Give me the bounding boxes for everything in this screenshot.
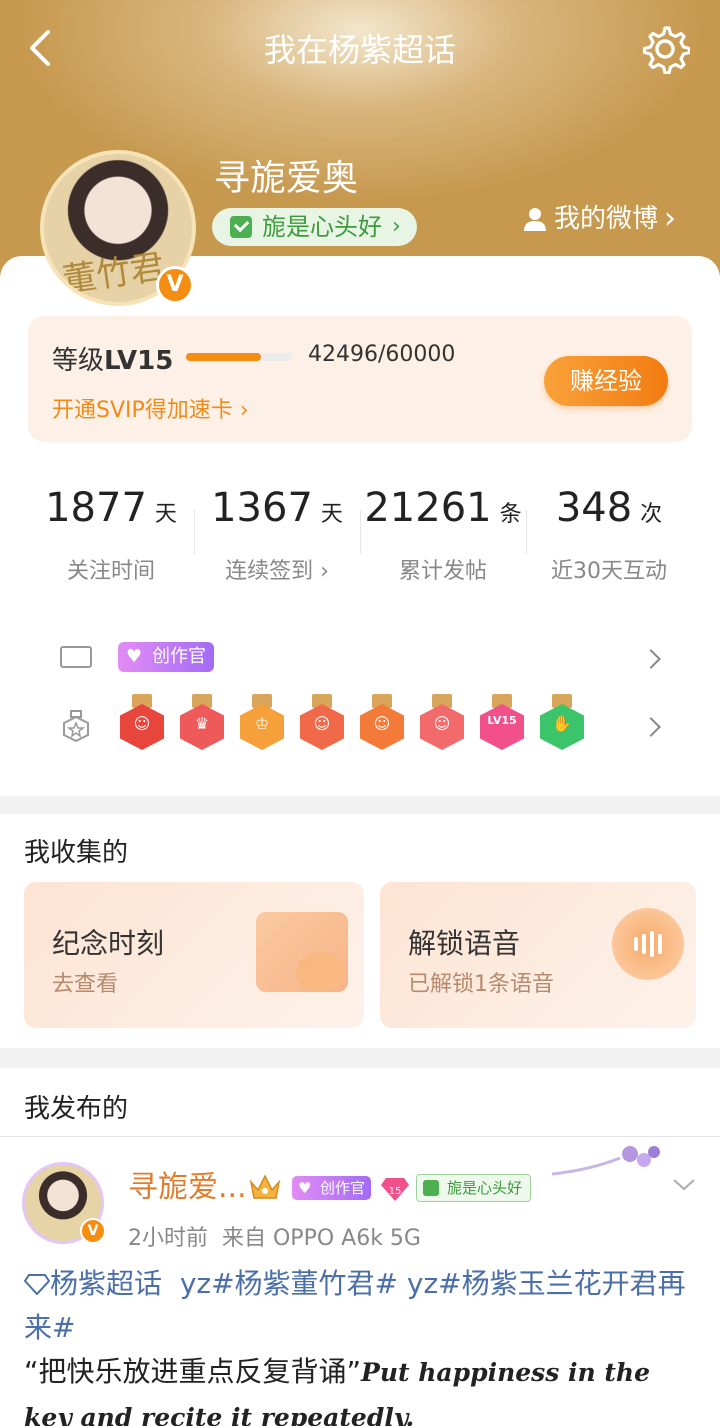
chevron-right-icon[interactable] [641, 649, 661, 669]
page-title: 我在杨紫超话 [263, 31, 456, 69]
stats-row: 1877 天 关注时间 1367 天 连续签到 › 21261 条 累计发帖 348 次… [28, 462, 692, 598]
cat-medal: ☺ [118, 694, 166, 752]
earn-exp-button[interactable]: 赚经验 [544, 356, 668, 406]
topic-label: 杨紫超话 [50, 1267, 163, 1300]
avatar-caption: 董竹君 [60, 247, 167, 301]
level-diamond-number: 15 [389, 1186, 402, 1197]
hand-medal: ✋ [538, 694, 586, 752]
fan-badge: 旎是心头好 [416, 1174, 532, 1202]
chevron-down-icon[interactable] [672, 1172, 696, 1196]
level-prefix: 等级 [52, 346, 105, 376]
creator-badge: 创作官 [292, 1176, 372, 1200]
level-card: 等级LV15 42496/60000 开通SVIP得加速卡 › 赚经验 [28, 316, 692, 442]
stat-checkin-days[interactable]: 1367 天 连续签到 › [194, 462, 360, 598]
level-progress-fill [186, 353, 262, 361]
quote-cn: “把快乐放进重点反复背诵” [24, 1355, 362, 1388]
my-weibo-link[interactable]: 我的微博 › [522, 200, 676, 238]
checkbox-icon [230, 216, 252, 238]
level-diamond-icon: 15 [381, 1178, 409, 1201]
tile-title: 解锁语音 [408, 927, 521, 960]
calendar-heart-icon [256, 912, 348, 992]
svip-link[interactable]: 开通SVIP得加速卡 › [52, 392, 249, 424]
my-weibo-label: 我的微博 [554, 204, 659, 234]
post-source: 来自 OPPO A6k 5G [222, 1226, 421, 1251]
medal-list[interactable]: ☺ ♛ ♔ ☺ ☺ ☺ LV15 ✋ [118, 694, 608, 756]
post-body: 杨紫超话 yz#杨紫董竹君# yz#杨紫玉兰花开君再来# “把快乐放进重点反复背… [23, 1262, 696, 1426]
stat-number: 1367 [211, 485, 313, 531]
verified-badge: V [80, 1218, 106, 1244]
crown-icon [249, 1174, 281, 1199]
level-value: LV15 [104, 346, 174, 376]
section-heading: 我发布的 [24, 1094, 129, 1124]
stat-interactions: 348 次 近30天互动 [526, 462, 692, 598]
memorial-moments-tile[interactable]: 纪念时刻 去查看 [24, 882, 364, 1028]
diamond-topic-icon [23, 1274, 51, 1296]
fan-badge-chip[interactable]: 旎是心头好 › [212, 208, 417, 246]
chevron-right-icon: › [239, 398, 249, 423]
unlock-voice-tile[interactable]: 解锁语音 已解锁1条语音 [380, 882, 696, 1028]
decoration-icon [551, 1146, 660, 1176]
level-progress-bar [186, 353, 292, 361]
verified-badge: V [156, 266, 194, 304]
stat-unit: 天 [154, 502, 177, 527]
id-card-icon [60, 646, 92, 668]
collected-section: 我收集的 纪念时刻 去查看 解锁语音 已解锁1条语音 [0, 814, 720, 1048]
settings-gear-icon[interactable] [640, 24, 690, 74]
chevron-right-icon: › [392, 214, 401, 239]
post-time: 2小时前 [128, 1226, 208, 1251]
fan-badge-label: 旎是心头好 [262, 213, 382, 241]
stat-label: 累计发帖 [398, 559, 487, 584]
svip-link-label: 开通SVIP得加速卡 [52, 398, 233, 423]
divider [0, 1136, 720, 1137]
chevron-right-icon[interactable] [641, 717, 661, 737]
tile-title: 纪念时刻 [52, 927, 165, 960]
topic-link[interactable]: 杨紫超话 [23, 1267, 163, 1300]
trophy-medal: ♛ [178, 694, 226, 752]
level-label: 等级LV15 [52, 340, 173, 377]
stat-follow-days: 1877 天 关注时间 [28, 462, 194, 598]
stat-posts: 21261 条 累计发帖 [360, 462, 526, 598]
tile-subtitle: 去查看 [52, 972, 119, 997]
voice-wave-icon [612, 908, 684, 980]
stat-label: 近30天互动 [551, 559, 667, 584]
section-heading: 我收集的 [24, 838, 129, 868]
person-icon [524, 208, 546, 231]
post-meta: 2小时前 来自 OPPO A6k 5G [128, 1220, 421, 1252]
crown-medal: ♔ [238, 694, 286, 752]
chevron-right-icon: › [664, 201, 677, 236]
chevron-right-icon: › [313, 559, 329, 584]
post-author-name[interactable]: 寻旎爱... [128, 1168, 247, 1208]
creator-badge[interactable]: 创作官 [118, 642, 214, 672]
level-exp-text: 42496/60000 [308, 342, 456, 367]
tile-subtitle: 已解锁1条语音 [408, 972, 554, 997]
stat-unit: 次 [640, 502, 663, 527]
stat-number: 21261 [364, 485, 492, 531]
cat-medal-2: ☺ [298, 694, 346, 752]
stat-label: 关注时间 [66, 559, 155, 584]
stat-unit: 条 [499, 502, 522, 527]
stat-unit: 天 [320, 502, 343, 527]
stat-number: 1877 [45, 485, 147, 531]
stat-number: 348 [555, 485, 633, 531]
lv15-medal: LV15 [478, 694, 526, 752]
stat-label: 连续签到 [225, 559, 314, 584]
username: 寻旎爱奥 [214, 158, 359, 199]
cat-medal-3: ☺ [358, 694, 406, 752]
top-bar: 我在杨紫超话 [0, 0, 720, 100]
rabbit-medal: ☺ [418, 694, 466, 752]
medal-icon [63, 710, 89, 742]
badges-card: 创作官 ☺♛♔☺☺☺LV15✋ [28, 614, 692, 778]
